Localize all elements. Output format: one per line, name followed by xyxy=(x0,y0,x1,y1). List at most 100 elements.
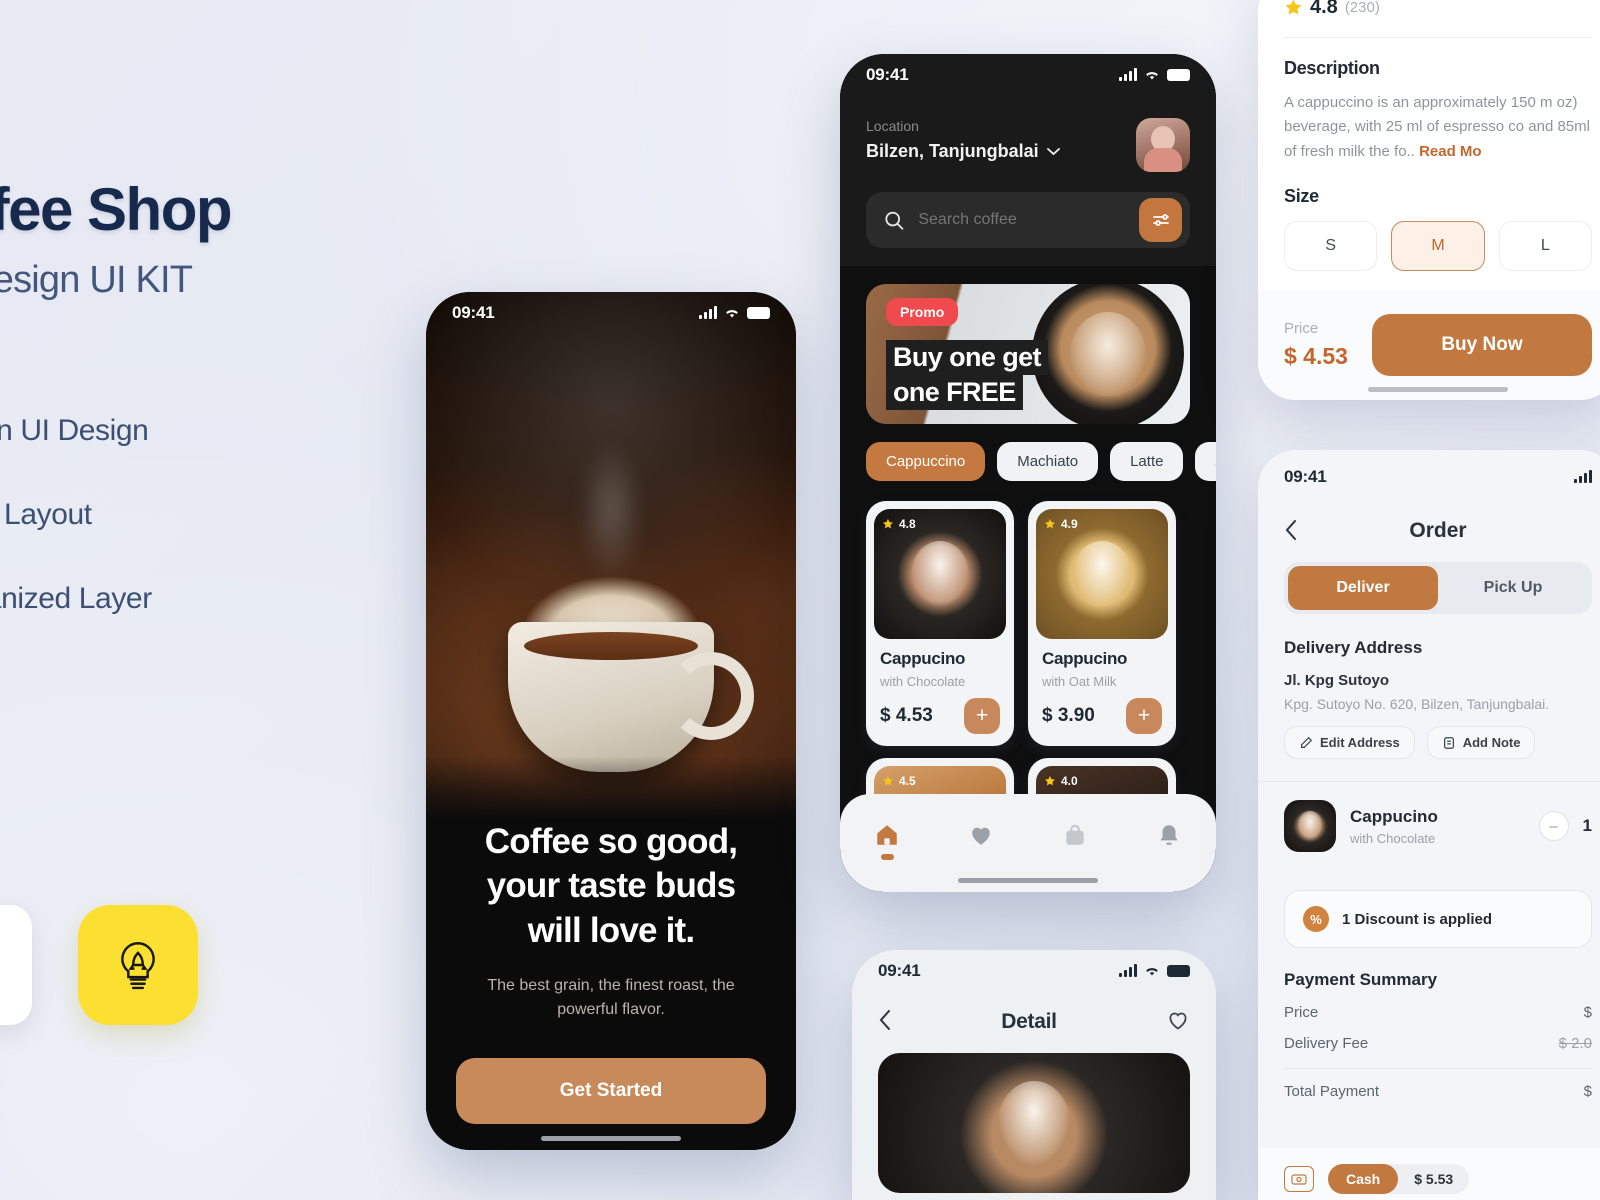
rating-value: 4.9 xyxy=(1061,517,1078,531)
add-to-cart-button[interactable]: + xyxy=(1126,698,1162,734)
buy-now-button[interactable]: Buy Now xyxy=(1371,314,1592,376)
onboarding-headline: Coffee so good, your taste buds will lov… xyxy=(484,821,738,951)
rating-value: 4.5 xyxy=(899,774,916,788)
size-option-s[interactable]: S xyxy=(1284,220,1378,271)
product-price: $ 4.53 xyxy=(880,705,933,726)
bag-icon xyxy=(1066,824,1084,845)
onboarding-subtext: The best grain, the finest roast, the po… xyxy=(487,977,735,1018)
product-card[interactable]: 4.9 Cappucino with Oat Milk $ 3.90 + xyxy=(1028,501,1176,746)
description-title: Description xyxy=(1284,58,1380,78)
promo-text: Buy one get one FREE xyxy=(886,340,1048,410)
nav-item-favorites[interactable] xyxy=(968,822,994,848)
avatar[interactable] xyxy=(1136,118,1190,172)
back-button[interactable] xyxy=(1284,519,1298,544)
detail-phone: 09:41 Detail xyxy=(852,950,1216,1200)
delivery-address-title: Delivery Address xyxy=(1284,638,1423,657)
promo-coffee-image xyxy=(1032,284,1184,424)
payment-summary-title: Payment Summary xyxy=(1284,970,1438,989)
add-note-button[interactable]: Add Note xyxy=(1426,726,1536,759)
cellular-signal-icon xyxy=(1119,964,1137,977)
location-selector[interactable]: Bilzen, Tanjungbalai xyxy=(866,141,1060,162)
category-chip-machiato[interactable]: Machiato xyxy=(997,442,1099,481)
chevron-down-icon xyxy=(1046,147,1060,155)
category-chip-cappuccino[interactable]: Cappuccino xyxy=(866,442,986,481)
badge-row xyxy=(0,905,198,1025)
coffee-cup-image xyxy=(508,622,754,772)
promo-banner[interactable]: Promo Buy one get one FREE xyxy=(866,284,1190,424)
status-time: 09:41 xyxy=(878,961,921,980)
product-description: with Chocolate xyxy=(880,674,966,689)
product-description: with Oat Milk xyxy=(1042,674,1117,689)
rating-value: 4.0 xyxy=(1061,774,1078,788)
back-button[interactable] xyxy=(878,1009,892,1034)
order-item-desc: with Chocolate xyxy=(1350,830,1436,846)
payment-row-delivery: Delivery Fee $ 2.0 xyxy=(1284,1035,1592,1052)
active-indicator xyxy=(880,854,894,860)
discount-banner[interactable]: % 1 Discount is applied xyxy=(1284,890,1592,948)
cellular-signal-icon xyxy=(1119,68,1137,81)
buy-bar: Price $ 4.53 Buy Now xyxy=(1258,290,1600,400)
tab-deliver[interactable]: Deliver xyxy=(1288,566,1438,610)
read-more-link[interactable]: Read Mo xyxy=(1419,143,1482,160)
wifi-icon xyxy=(726,310,738,318)
get-started-button[interactable]: Get Started xyxy=(456,1058,766,1124)
cash-group[interactable]: Cash $ 5.53 xyxy=(1328,1164,1470,1194)
latte-art xyxy=(1073,541,1131,607)
product-detail-sheet: 4.8 (230) Description A cappuccino is an… xyxy=(1258,0,1600,400)
payment-row-value: $ xyxy=(1583,1004,1592,1021)
order-header: Order xyxy=(1258,492,1600,554)
nav-item-bag[interactable] xyxy=(1062,822,1088,848)
total-payment-row: Total Payment $ xyxy=(1284,1083,1592,1100)
decrease-quantity-button[interactable]: – xyxy=(1538,811,1569,841)
discount-text: 1 Discount is applied xyxy=(1342,910,1493,928)
category-chip-a[interactable]: A xyxy=(1195,442,1216,481)
address-line: Kpg. Sutoyo No. 620, Bilzen, Tanjungbala… xyxy=(1284,696,1550,712)
category-chip-latte[interactable]: Latte xyxy=(1110,442,1184,481)
add-to-cart-button[interactable]: + xyxy=(964,698,1000,734)
payment-row-label: Price xyxy=(1284,1004,1319,1021)
search-input[interactable] xyxy=(918,211,1126,229)
product-grid: 4.8 Cappucino with Chocolate $ 4.53 + 4.… xyxy=(866,501,1216,746)
size-option-l[interactable]: L xyxy=(1498,220,1592,271)
status-bar: 09:41 xyxy=(866,54,1190,96)
star-icon xyxy=(1045,776,1055,786)
price-label: Price xyxy=(1284,320,1319,337)
sliders-filter-icon xyxy=(1152,214,1169,226)
status-bar: 09:41 xyxy=(1258,450,1600,492)
product-name: Cappucino xyxy=(880,649,966,668)
search-bar[interactable] xyxy=(866,192,1190,248)
order-item-row: Cappucino with Chocolate – 1 xyxy=(1258,781,1600,870)
favorite-button[interactable] xyxy=(1166,1008,1190,1035)
rating-count: (230) xyxy=(1344,0,1380,16)
white-card xyxy=(0,905,32,1025)
product-image: 4.9 xyxy=(1036,509,1168,639)
lightbulb-rocket-badge xyxy=(78,905,198,1025)
status-time: 09:41 xyxy=(866,65,909,84)
nav-item-notifications[interactable] xyxy=(1156,822,1182,848)
filter-button[interactable] xyxy=(1139,198,1182,242)
size-selector: S M L xyxy=(1284,220,1592,271)
latte-art xyxy=(911,541,969,607)
rating-value: 4.8 xyxy=(1310,0,1338,18)
tab-pickup[interactable]: Pick Up xyxy=(1438,566,1588,610)
nav-item-home[interactable] xyxy=(874,822,900,860)
status-bar: 09:41 xyxy=(426,292,796,334)
edit-address-label: Edit Address xyxy=(1320,735,1400,750)
promo-tag: Promo xyxy=(886,298,959,326)
wifi-icon xyxy=(1146,968,1158,976)
rating-value: 4.8 xyxy=(899,517,916,531)
quantity-value: 1 xyxy=(1582,816,1592,835)
rating-badge: 4.8 xyxy=(882,517,916,531)
home-icon xyxy=(877,825,897,845)
edit-address-button[interactable]: Edit Address xyxy=(1284,726,1415,759)
page-title: offee Shop xyxy=(0,176,233,243)
product-card[interactable]: 4.8 Cappucino with Chocolate $ 4.53 + xyxy=(866,501,1014,746)
size-title: Size xyxy=(1284,185,1319,206)
location-label: Location xyxy=(866,118,919,134)
size-option-m[interactable]: M xyxy=(1391,220,1485,271)
promo-line-2: one FREE xyxy=(886,374,1023,410)
percent-badge-icon: % xyxy=(1303,906,1329,932)
detail-product-image xyxy=(878,1053,1190,1193)
address-name: Jl. Kpg Sutoyo xyxy=(1284,672,1389,689)
feature-item: Organized Layer xyxy=(0,582,152,615)
